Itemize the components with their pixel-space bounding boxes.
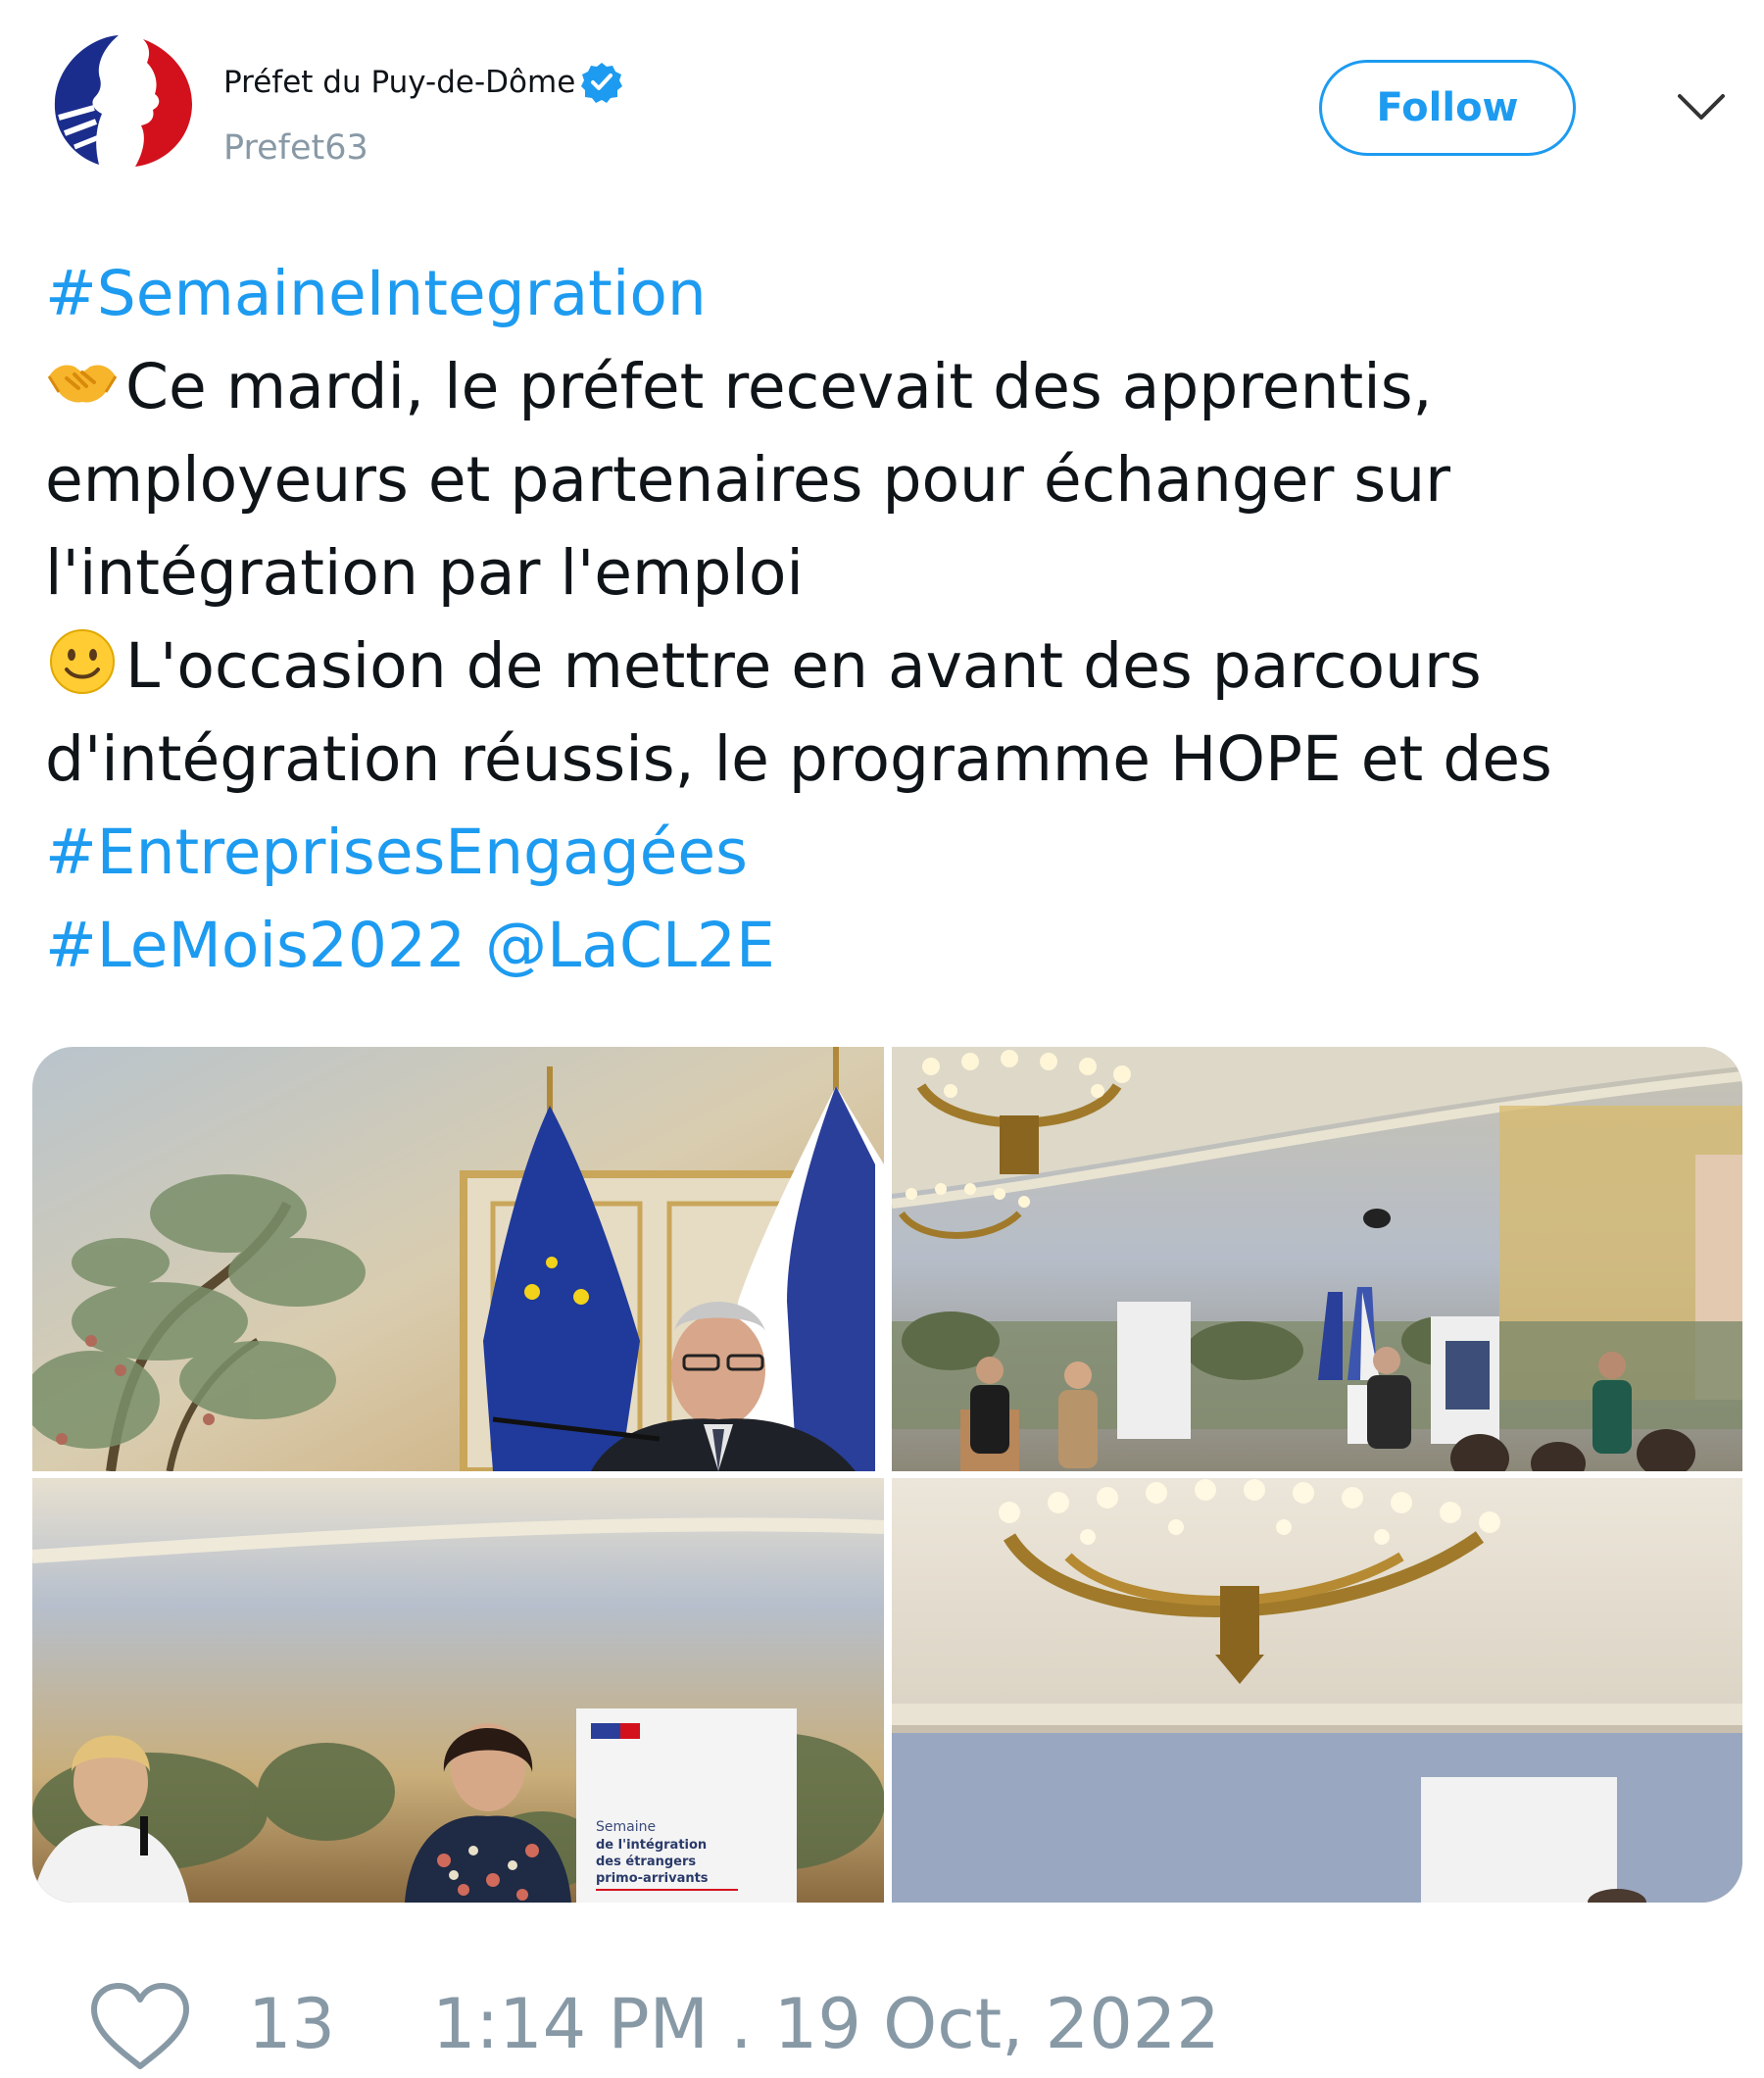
handle[interactable]: Prefet63 xyxy=(223,128,368,168)
timestamp[interactable]: 1:14 PM . 19 Oct, 2022 xyxy=(432,1984,1220,2064)
tweet-text-line-2: Ce mardi, le préfet recevait des apprent… xyxy=(125,351,1433,422)
mention-lacl2e[interactable]: @LaCL2E xyxy=(485,910,775,981)
tweet-line-2: Ce mardi, le préfet recevait des apprent… xyxy=(45,340,1731,433)
verified-badge-icon xyxy=(581,62,622,103)
banner-title: Semaine xyxy=(596,1819,656,1835)
tweet-line-1: #SemaineIntegration xyxy=(45,247,1731,340)
banner-line-2: de l'intégration xyxy=(596,1838,707,1853)
tweet-line-7: #EntreprisesEngagées xyxy=(45,806,1731,899)
photo-speaker-flags[interactable] xyxy=(32,1047,884,1471)
avatar[interactable] xyxy=(45,27,212,174)
handshake-emoji-icon xyxy=(45,343,120,418)
hashtag-entreprises-engagees[interactable]: #EntreprisesEngagées xyxy=(45,816,748,888)
heart-icon[interactable] xyxy=(88,1980,192,2074)
chevron-down-icon[interactable] xyxy=(1676,88,1727,127)
photo-speakers-banner[interactable]: Semaine de l'intégration des étrangers p… xyxy=(32,1478,884,1903)
hashtag-semaine-integration[interactable]: #SemaineIntegration xyxy=(45,258,707,329)
marianne-logo-icon xyxy=(45,27,212,174)
hashtag-lemois2022[interactable]: #LeMois2022 xyxy=(45,910,466,981)
tweet-line-5: L'occasion de mettre en avant des parcou… xyxy=(45,619,1731,713)
like-count: 13 xyxy=(248,1984,336,2064)
photo-reception-room[interactable] xyxy=(892,1047,1742,1471)
tweet-line-4: l'intégration par l'emploi xyxy=(45,537,804,609)
tweet-line-6: d'intégration réussis, le programme HOPE… xyxy=(45,723,1552,795)
smiling-face-emoji-icon xyxy=(45,622,120,697)
banner-line-3: des étrangers xyxy=(596,1855,696,1869)
tweet-text: #SemaineIntegration Ce mardi, le préfet … xyxy=(45,247,1731,992)
display-name[interactable]: Préfet du Puy-de-Dôme xyxy=(223,65,575,100)
follow-button[interactable]: Follow xyxy=(1319,60,1576,156)
banner-line-4: primo-arrivants xyxy=(596,1871,709,1886)
tweet-text-line-5: L'occasion de mettre en avant des parcou… xyxy=(125,630,1482,702)
media-grid: Semaine de l'intégration des étrangers p… xyxy=(32,1047,1742,1903)
tweet-line-3: employeurs et partenaires pour échanger … xyxy=(45,444,1451,516)
photo-chandelier[interactable] xyxy=(892,1478,1742,1903)
tweet-line-8: #LeMois2022 @LaCL2E xyxy=(45,899,1731,992)
